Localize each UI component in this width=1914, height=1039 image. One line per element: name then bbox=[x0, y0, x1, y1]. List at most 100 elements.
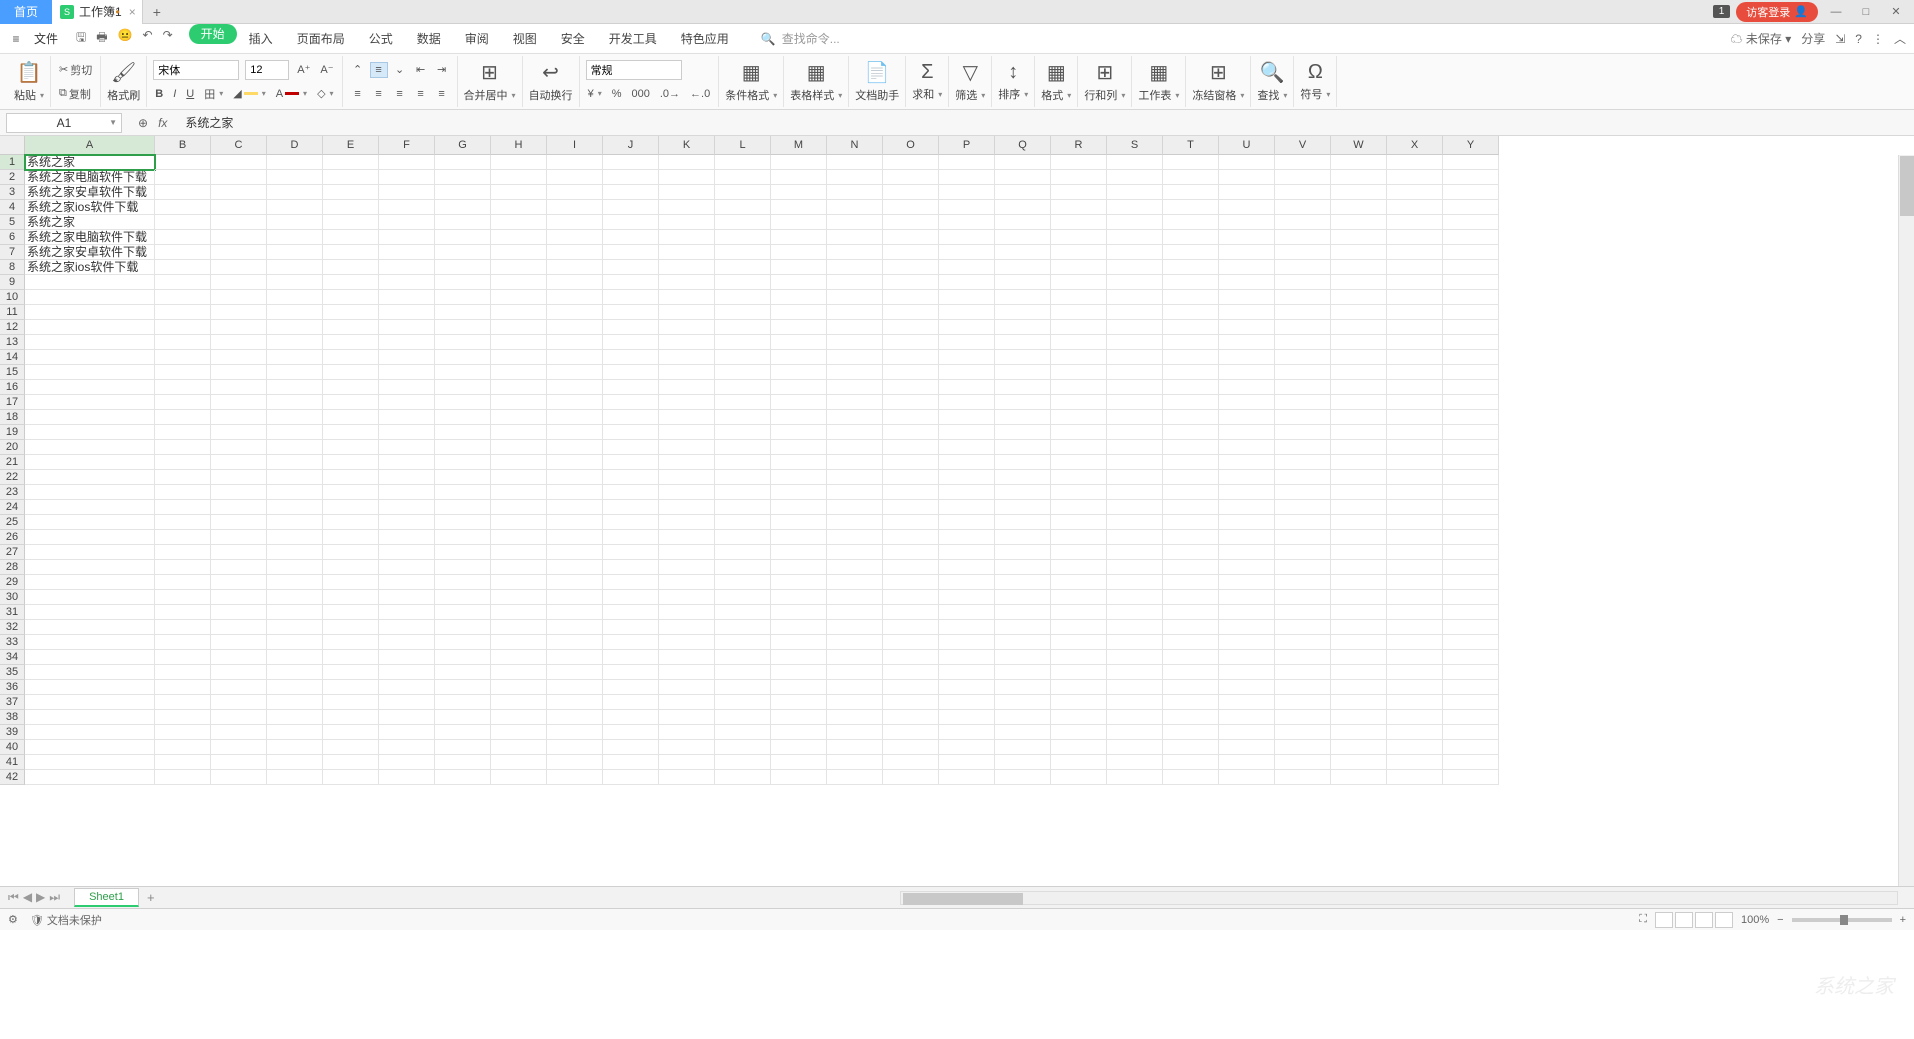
sheet-nav-prev-icon[interactable]: ◀ bbox=[23, 890, 32, 905]
column-header-Y[interactable]: Y bbox=[1443, 136, 1499, 155]
cell-M39[interactable] bbox=[771, 725, 827, 740]
cell-C15[interactable] bbox=[211, 365, 267, 380]
row-header-18[interactable]: 18 bbox=[0, 410, 25, 425]
cell-Q14[interactable] bbox=[995, 350, 1051, 365]
cell-I35[interactable] bbox=[547, 665, 603, 680]
cell-P19[interactable] bbox=[939, 425, 995, 440]
format-button[interactable]: 格式 bbox=[1041, 87, 1071, 103]
sheet-nav-last-icon[interactable]: ⏭ bbox=[49, 890, 60, 905]
cell-Q6[interactable] bbox=[995, 230, 1051, 245]
cell-A15[interactable] bbox=[25, 365, 155, 380]
cell-F16[interactable] bbox=[379, 380, 435, 395]
help-icon[interactable]: ? bbox=[1855, 32, 1862, 46]
cell-C17[interactable] bbox=[211, 395, 267, 410]
cell-G26[interactable] bbox=[435, 530, 491, 545]
row-header-15[interactable]: 15 bbox=[0, 365, 25, 380]
cell-H1[interactable] bbox=[491, 155, 547, 170]
cell-K23[interactable] bbox=[659, 485, 715, 500]
cell-Q28[interactable] bbox=[995, 560, 1051, 575]
cell-R11[interactable] bbox=[1051, 305, 1107, 320]
cell-G3[interactable] bbox=[435, 185, 491, 200]
cell-W33[interactable] bbox=[1331, 635, 1387, 650]
cell-S19[interactable] bbox=[1107, 425, 1163, 440]
cell-B17[interactable] bbox=[155, 395, 211, 410]
cell-T41[interactable] bbox=[1163, 755, 1219, 770]
cell-K28[interactable] bbox=[659, 560, 715, 575]
cell-Y10[interactable] bbox=[1443, 290, 1499, 305]
cell-W32[interactable] bbox=[1331, 620, 1387, 635]
cell-D14[interactable] bbox=[267, 350, 323, 365]
cell-V34[interactable] bbox=[1275, 650, 1331, 665]
cell-I36[interactable] bbox=[547, 680, 603, 695]
cell-D13[interactable] bbox=[267, 335, 323, 350]
cell-W3[interactable] bbox=[1331, 185, 1387, 200]
cell-D12[interactable] bbox=[267, 320, 323, 335]
cell-T32[interactable] bbox=[1163, 620, 1219, 635]
cell-B1[interactable] bbox=[155, 155, 211, 170]
cell-E32[interactable] bbox=[323, 620, 379, 635]
cell-E17[interactable] bbox=[323, 395, 379, 410]
cell-R37[interactable] bbox=[1051, 695, 1107, 710]
cell-M40[interactable] bbox=[771, 740, 827, 755]
cell-R32[interactable] bbox=[1051, 620, 1107, 635]
minimize-button[interactable]: — bbox=[1824, 6, 1848, 18]
cell-K26[interactable] bbox=[659, 530, 715, 545]
cell-F29[interactable] bbox=[379, 575, 435, 590]
cell-B8[interactable] bbox=[155, 260, 211, 275]
cell-M32[interactable] bbox=[771, 620, 827, 635]
cell-A30[interactable] bbox=[25, 590, 155, 605]
cell-B19[interactable] bbox=[155, 425, 211, 440]
bold-button[interactable]: B bbox=[153, 88, 165, 100]
cell-M10[interactable] bbox=[771, 290, 827, 305]
cell-V13[interactable] bbox=[1275, 335, 1331, 350]
more-icon[interactable]: ⋮ bbox=[1872, 32, 1884, 46]
cell-E4[interactable] bbox=[323, 200, 379, 215]
cell-R35[interactable] bbox=[1051, 665, 1107, 680]
cell-V41[interactable] bbox=[1275, 755, 1331, 770]
cell-U39[interactable] bbox=[1219, 725, 1275, 740]
settings-icon[interactable]: ⚙ bbox=[8, 913, 18, 926]
cell-U21[interactable] bbox=[1219, 455, 1275, 470]
cell-Y5[interactable] bbox=[1443, 215, 1499, 230]
cell-Q26[interactable] bbox=[995, 530, 1051, 545]
cell-E1[interactable] bbox=[323, 155, 379, 170]
cell-U1[interactable] bbox=[1219, 155, 1275, 170]
cell-L16[interactable] bbox=[715, 380, 771, 395]
cell-H41[interactable] bbox=[491, 755, 547, 770]
cell-D4[interactable] bbox=[267, 200, 323, 215]
cell-G17[interactable] bbox=[435, 395, 491, 410]
cell-C23[interactable] bbox=[211, 485, 267, 500]
cell-P2[interactable] bbox=[939, 170, 995, 185]
cell-S38[interactable] bbox=[1107, 710, 1163, 725]
cell-X14[interactable] bbox=[1387, 350, 1443, 365]
cell-D10[interactable] bbox=[267, 290, 323, 305]
cell-C4[interactable] bbox=[211, 200, 267, 215]
cell-D36[interactable] bbox=[267, 680, 323, 695]
cell-Q36[interactable] bbox=[995, 680, 1051, 695]
column-header-Q[interactable]: Q bbox=[995, 136, 1051, 155]
cell-A13[interactable] bbox=[25, 335, 155, 350]
cell-D23[interactable] bbox=[267, 485, 323, 500]
cell-N28[interactable] bbox=[827, 560, 883, 575]
cell-S3[interactable] bbox=[1107, 185, 1163, 200]
cell-S33[interactable] bbox=[1107, 635, 1163, 650]
row-header-38[interactable]: 38 bbox=[0, 710, 25, 725]
cell-F3[interactable] bbox=[379, 185, 435, 200]
cell-W16[interactable] bbox=[1331, 380, 1387, 395]
cell-T38[interactable] bbox=[1163, 710, 1219, 725]
cell-X24[interactable] bbox=[1387, 500, 1443, 515]
cell-F26[interactable] bbox=[379, 530, 435, 545]
cell-V26[interactable] bbox=[1275, 530, 1331, 545]
cell-Q17[interactable] bbox=[995, 395, 1051, 410]
cell-V24[interactable] bbox=[1275, 500, 1331, 515]
app-menu-icon[interactable]: ≡ bbox=[8, 32, 24, 46]
cell-M31[interactable] bbox=[771, 605, 827, 620]
cell-H16[interactable] bbox=[491, 380, 547, 395]
cell-I22[interactable] bbox=[547, 470, 603, 485]
cell-W20[interactable] bbox=[1331, 440, 1387, 455]
cell-L38[interactable] bbox=[715, 710, 771, 725]
cell-U14[interactable] bbox=[1219, 350, 1275, 365]
cell-W38[interactable] bbox=[1331, 710, 1387, 725]
cell-X8[interactable] bbox=[1387, 260, 1443, 275]
cell-A12[interactable] bbox=[25, 320, 155, 335]
